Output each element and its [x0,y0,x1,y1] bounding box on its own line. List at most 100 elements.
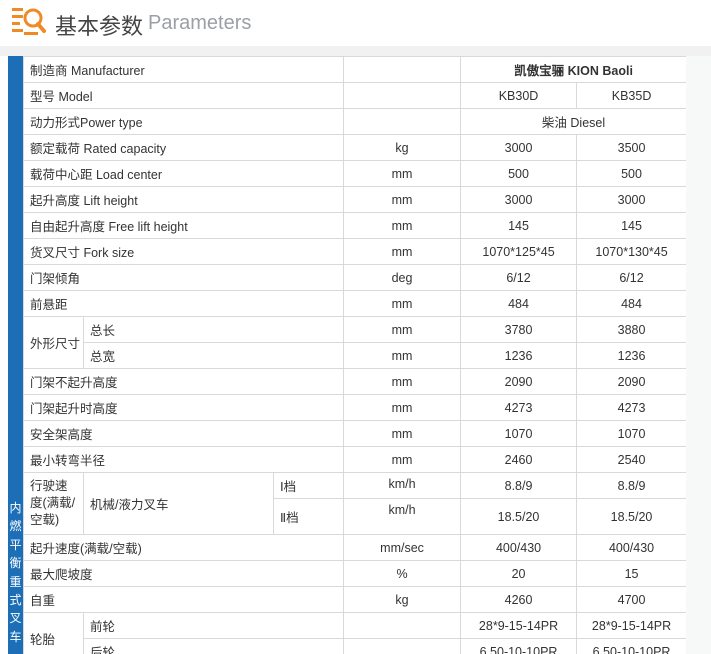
value-cell: 4273 [460,394,578,421]
value-cell: KB35D [576,82,686,109]
unit-cell: mm [343,342,462,369]
value-cell: 3000 [576,186,686,213]
row-label: 最小转弯半径 [23,446,345,473]
value-cell: 3000 [460,186,578,213]
value-cell: 2460 [460,446,578,473]
value-cell: 28*9-15-14PR [460,612,578,639]
row-label: 安全架高度 [23,420,345,447]
value-cell: 400/430 [460,534,578,561]
page-title: 基本参数 [55,14,144,39]
row-label: 自由起升高度 Free lift height [23,212,345,239]
table-row: 自由起升高度 Free lift height mm 145 145 [23,212,686,239]
unit-cell [343,638,462,654]
table-row: 货叉尺寸 Fork size mm 1070*125*45 1070*130*4… [23,238,686,265]
divider [0,46,711,56]
value-cell: 2090 [460,368,578,395]
unit-cell: % [343,560,462,587]
unit-cell: mm [343,394,462,421]
table-row: 门架倾角 deg 6/12 6/12 [23,264,686,291]
value-cell: 500 [460,160,578,187]
value-cell: 400/430 [576,534,686,561]
unit-cell [343,612,462,639]
row-label: 轮胎 [23,612,84,654]
value-cell: 3780 [460,316,578,343]
table-row: 载荷中心距 Load center mm 500 500 [23,160,686,187]
unit-cell: deg [343,264,462,291]
row-label: 载荷中心距 Load center [23,160,345,187]
value-cell: 2090 [576,368,686,395]
unit-cell: mm [343,446,462,473]
unit-cell: km/h [343,498,462,535]
row-label: 行驶速度(满载/空载) [23,472,84,535]
table-row: 行驶速度(满载/空载) 机械/液力叉车 Ⅰ档 km/h 8.8/9 8.8/9 [23,472,686,535]
table-row: 动力形式Power type 柴油 Diesel [23,108,686,135]
sub-label: 总长 [82,316,345,343]
table-row: 起升高度 Lift height mm 3000 3000 [23,186,686,213]
sub-label: 前轮 [82,612,345,639]
table-row: 轮胎 前轮 28*9-15-14PR 28*9-15-14PR [23,612,686,654]
value-cell: 500 [576,160,686,187]
value-cell: 6.50-10-10PR [460,638,578,654]
value-cell: 3880 [576,316,686,343]
gear-label: Ⅱ档 [272,498,345,535]
value-cell: 2540 [576,446,686,473]
value-cell: 4700 [576,586,686,613]
unit-cell: mm [343,316,462,343]
table-row: 安全架高度 mm 1070 1070 [23,420,686,447]
value-cell: 484 [460,290,578,317]
value-cell: KB30D [460,82,578,109]
value-cell: 4260 [460,586,578,613]
page-margin [686,56,711,654]
sub-label: 机械/液力叉车 [83,472,274,535]
value-cell: 484 [576,290,686,317]
value-cell: 6/12 [460,264,578,291]
value-cell: 1236 [460,342,578,369]
row-label: 前悬距 [23,290,345,317]
table-row: 前悬距 mm 484 484 [23,290,686,317]
value-cell: 15 [576,560,686,587]
row-label: 制造商 Manufacturer [23,56,345,83]
unit-cell [343,108,462,135]
table-row: 后轮 6.50-10-10PR 6.50-10-10PR [24,638,686,654]
unit-cell: mm [343,160,462,187]
row-label: 型号 Model [23,82,345,109]
unit-cell [343,82,462,109]
parameters-table: 制造商 Manufacturer 凯傲宝骊 KION Baoli 型号 Mode… [23,56,686,654]
value-cell: 145 [460,212,578,239]
value-cell: 4273 [576,394,686,421]
row-label: 额定载荷 Rated capacity [23,134,345,161]
parameters-table-wrapper: 制造商 Manufacturer 凯傲宝骊 KION Baoli 型号 Mode… [23,56,686,654]
row-label: 动力形式Power type [23,108,345,135]
value-cell: 145 [576,212,686,239]
value-cell: 3500 [576,134,686,161]
unit-cell: mm/sec [343,534,462,561]
value-cell: 1070 [576,420,686,447]
table-row: 总宽 mm 1236 1236 [24,342,686,369]
table-row: 自重 kg 4260 4700 [23,586,686,613]
unit-cell: mm [343,238,462,265]
value-cell: 凯傲宝骊 KION Baoli [460,56,686,83]
table-row: 最小转弯半径 mm 2460 2540 [23,446,686,473]
unit-cell: mm [343,186,462,213]
page-title-en: Parameters [148,12,252,34]
value-cell: 柴油 Diesel [460,108,686,135]
value-cell: 18.5/20 [460,498,578,535]
unit-cell: kg [343,134,462,161]
unit-cell: km/h [343,472,462,499]
row-label: 门架起升时高度 [23,394,345,421]
sub-label: 总宽 [82,342,345,369]
value-cell: 8.8/9 [460,472,578,499]
unit-cell: mm [343,420,462,447]
unit-cell: mm [343,212,462,239]
value-cell: 1070 [460,420,578,447]
table-row: 制造商 Manufacturer 凯傲宝骊 KION Baoli [23,56,686,83]
value-cell: 18.5/20 [576,498,686,535]
row-label: 门架不起升高度 [23,368,345,395]
table-row: 门架不起升高度 mm 2090 2090 [23,368,686,395]
value-cell: 8.8/9 [576,472,686,499]
value-cell: 1236 [576,342,686,369]
value-cell: 3000 [460,134,578,161]
unit-cell: mm [343,368,462,395]
unit-cell [343,56,462,83]
category-sidebar: 内燃平衡重式叉车 [8,56,23,654]
